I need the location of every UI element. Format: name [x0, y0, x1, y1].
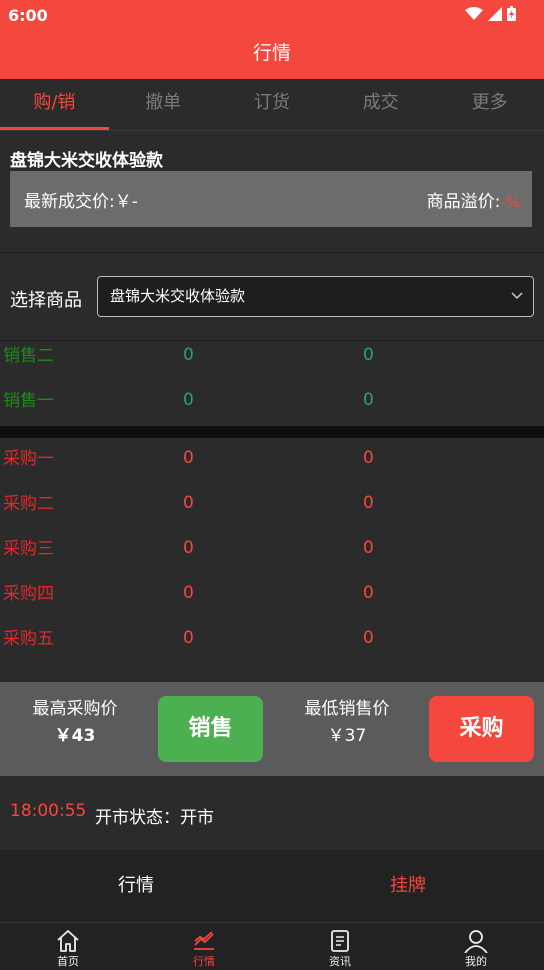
order-row-price: 0 [183, 390, 194, 410]
order-row-price: 0 [183, 583, 194, 603]
nav-mine[interactable]: 我的 [408, 923, 544, 970]
order-row-price: 0 [183, 493, 194, 513]
nav-mine-label: 我的 [465, 955, 487, 968]
market-state: 开市状态：开市 [95, 808, 214, 828]
nav-quotes[interactable]: 行情 [136, 923, 272, 970]
premium-label: 商品溢价: [426, 192, 501, 212]
sub-nav: 行情 挂牌 [0, 850, 544, 922]
lowest-sell-value: ￥37 [327, 726, 367, 746]
sell-order-book: 销售二 0 0 销售一 0 0 [0, 341, 544, 426]
product-select-value: 盘锦大米交收体验款 [110, 287, 246, 305]
tab-cancel-order[interactable]: 撤单 [109, 79, 218, 130]
order-row: 采购五 0 0 [0, 624, 544, 669]
order-row-label: 销售二 [3, 346, 54, 366]
order-row-label: 销售一 [3, 391, 54, 411]
buy-button[interactable]: 采购 [429, 696, 534, 762]
tab-order-goods[interactable]: 订货 [218, 79, 327, 130]
order-row-quantity: 0 [363, 583, 374, 603]
product-selector-row: 选择商品 盘锦大米交收体验款 [0, 276, 544, 318]
order-row-label: 采购四 [3, 584, 54, 604]
highest-buy-label: 最高采购价 [32, 699, 118, 719]
order-row-quantity: 0 [363, 628, 374, 648]
order-row: 采购三 0 0 [0, 534, 544, 579]
trade-action-bar: 最高采购价 ￥43 销售 最低销售价 ￥37 采购 [0, 682, 544, 776]
signal-icon [488, 6, 502, 21]
highest-buy-value: ￥43 [54, 726, 96, 746]
news-icon [331, 930, 349, 952]
nav-news[interactable]: 资讯 [272, 923, 408, 970]
price-summary: 最新成交价:￥- 商品溢价:-% [10, 171, 532, 227]
nav-quotes-label: 行情 [193, 955, 215, 968]
market-clock: 18:00:55 [10, 801, 87, 821]
user-icon [464, 930, 488, 953]
order-row-label: 采购三 [3, 539, 54, 559]
wifi-icon [465, 6, 483, 20]
buy-order-book: 采购一 0 0 采购二 0 0 采购三 0 0 采购四 0 0 采购五 0 0 [0, 438, 544, 682]
order-row-quantity: 0 [363, 345, 374, 365]
order-row: 销售一 0 0 [0, 386, 544, 431]
order-row: 采购一 0 0 [0, 444, 544, 489]
product-select[interactable]: 盘锦大米交收体验款 [97, 276, 534, 317]
latest-price-label: 最新成交价: [24, 192, 115, 212]
bottom-nav: 首页 行情 资讯 我的 [0, 922, 544, 970]
order-row-quantity: 0 [363, 390, 374, 410]
order-row-price: 0 [183, 345, 194, 365]
nav-news-label: 资讯 [329, 955, 351, 968]
page-title: 行情 [0, 30, 544, 79]
order-row-quantity: 0 [363, 448, 374, 468]
order-row-price: 0 [183, 448, 194, 468]
lowest-sell-label: 最低销售价 [304, 699, 390, 719]
order-row-label: 采购一 [3, 449, 54, 469]
highest-buy-price: 最高采购价 ￥43 [22, 694, 128, 746]
market-status-row: 18:00:55 开市状态：开市 [0, 776, 544, 850]
order-row: 采购四 0 0 [0, 579, 544, 624]
order-row-price: 0 [183, 538, 194, 558]
divider [0, 252, 544, 253]
status-time: 6:00 [8, 6, 48, 25]
order-row-price: 0 [183, 628, 194, 648]
subnav-quotes[interactable]: 行情 [0, 850, 272, 922]
selector-label: 选择商品 [10, 290, 82, 311]
subnav-listing[interactable]: 挂牌 [272, 850, 544, 922]
tab-buy-sell[interactable]: 购/销 [0, 79, 109, 130]
latest-price-value: ￥- [114, 192, 138, 212]
nav-home-label: 首页 [57, 955, 79, 968]
order-row-quantity: 0 [363, 538, 374, 558]
order-row-quantity: 0 [363, 493, 374, 513]
sell-button[interactable]: 销售 [158, 696, 263, 762]
nav-home[interactable]: 首页 [0, 923, 136, 970]
chevron-down-icon [511, 277, 523, 332]
product-title: 盘锦大米交收体验款 [10, 151, 163, 171]
chart-icon [194, 931, 214, 950]
order-row-label: 采购五 [3, 629, 54, 649]
order-row: 销售二 0 0 [0, 341, 544, 386]
book-separator [0, 426, 544, 438]
status-bar: 6:00 [0, 0, 544, 30]
tab-deals[interactable]: 成交 [326, 79, 435, 130]
tab-bar: 购/销 撤单 订货 成交 更多 [0, 79, 544, 131]
battery-icon [507, 6, 516, 21]
tab-more[interactable]: 更多 [435, 79, 544, 130]
order-row: 采购二 0 0 [0, 489, 544, 534]
premium-value: -% [500, 193, 520, 211]
home-icon [57, 930, 79, 952]
order-row-label: 采购二 [3, 494, 54, 514]
lowest-sell-price: 最低销售价 ￥37 [292, 694, 402, 746]
